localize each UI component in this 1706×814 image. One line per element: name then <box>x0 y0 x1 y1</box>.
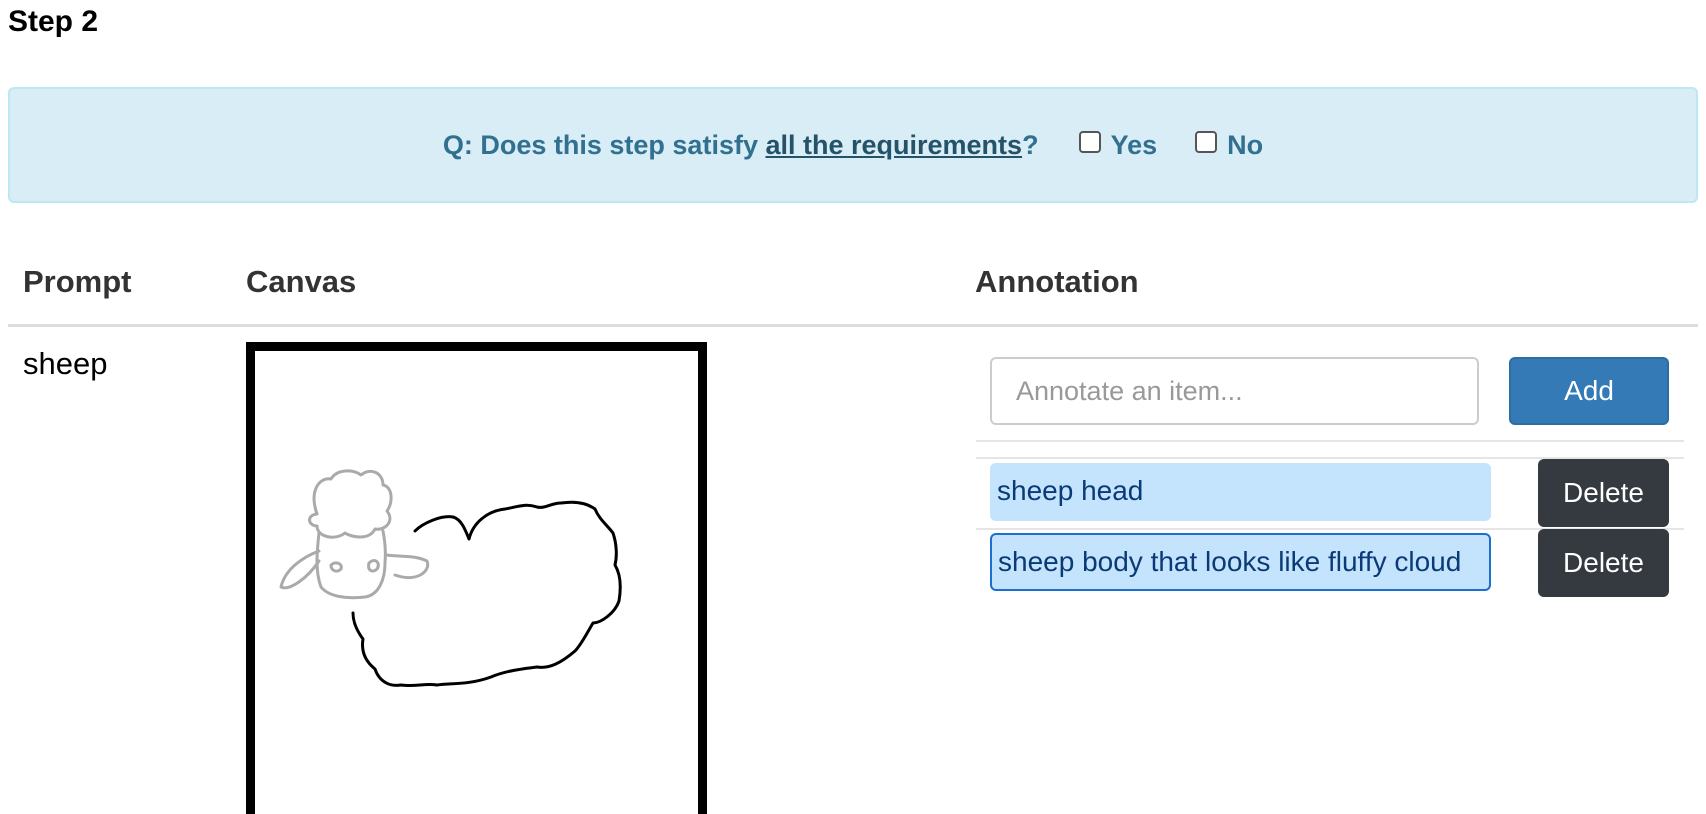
sheep-head-strokes <box>279 469 430 600</box>
header-annotation: Annotation <box>975 264 1139 299</box>
question-prefix: Q: Does this step satisfy <box>442 129 766 160</box>
divider <box>976 440 1684 442</box>
delete-button-sheep-body[interactable]: Delete <box>1538 529 1669 597</box>
body-outline <box>351 500 622 688</box>
drawing-canvas[interactable] <box>246 342 707 814</box>
left-eye <box>329 561 343 573</box>
yes-option[interactable]: Yes <box>1078 129 1158 161</box>
question-suffix: ? <box>1022 129 1039 160</box>
step-title: Step 2 <box>8 5 99 38</box>
yes-label: Yes <box>1110 129 1158 160</box>
header-canvas: Canvas <box>246 264 357 299</box>
no-label: No <box>1227 129 1264 160</box>
delete-button-sheep-head[interactable]: Delete <box>1538 459 1669 527</box>
annotation-item-sheep-body[interactable]: sheep body that looks like fluffy cloud <box>990 533 1491 591</box>
add-button[interactable]: Add <box>1509 357 1669 425</box>
question-alert: Q: Does this step satisfy all the requir… <box>8 87 1698 203</box>
no-option[interactable]: No <box>1195 130 1263 161</box>
table-header: Prompt Canvas Annotation <box>8 258 1698 327</box>
sheep-body-strokes <box>351 500 622 688</box>
head-face <box>315 529 387 600</box>
annotation-item-sheep-head[interactable]: sheep head <box>990 463 1491 521</box>
yes-checkbox[interactable] <box>1078 131 1101 153</box>
right-eye <box>367 559 380 573</box>
head-wool <box>308 469 393 539</box>
no-checkbox[interactable] <box>1195 131 1218 153</box>
annotate-input[interactable] <box>990 357 1479 425</box>
header-prompt: Prompt <box>23 264 132 299</box>
prompt-text: sheep <box>23 346 108 381</box>
right-ear <box>385 553 430 580</box>
annotation-page: Step 2 Q: Does this step satisfy all the… <box>0 0 1706 814</box>
left-ear <box>279 549 321 590</box>
sheep-drawing <box>279 469 622 688</box>
requirements-link[interactable]: all the requirements <box>765 130 1022 161</box>
